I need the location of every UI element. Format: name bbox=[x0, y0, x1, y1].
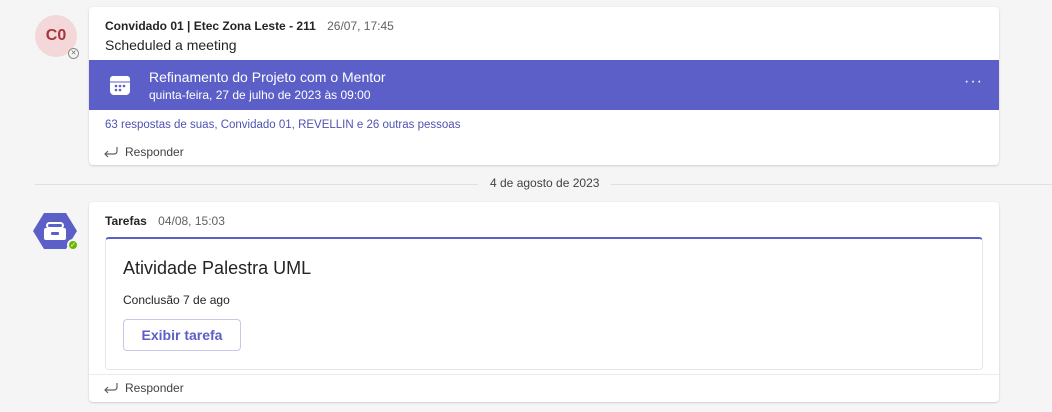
reply-button[interactable]: Responder bbox=[103, 145, 184, 159]
task-message-card: Tarefas 04/08, 15:03 Atividade Palestra … bbox=[89, 202, 999, 402]
meeting-title: Refinamento do Projeto com o Mentor bbox=[149, 69, 386, 85]
reply-arrow-icon bbox=[104, 147, 118, 158]
message-header: Tarefas 04/08, 15:03 bbox=[105, 214, 225, 228]
message-author[interactable]: Convidado 01 | Etec Zona Leste - 211 bbox=[105, 19, 316, 33]
more-options-button[interactable]: ··· bbox=[964, 73, 983, 91]
card-divider bbox=[89, 374, 999, 375]
message-body: Scheduled a meeting bbox=[105, 37, 237, 53]
reply-button[interactable]: Responder bbox=[103, 381, 184, 395]
replies-summary-link[interactable]: 63 respostas de suas, Convidado 01, REVE… bbox=[105, 119, 460, 131]
message-timestamp: 26/07, 17:45 bbox=[327, 19, 394, 33]
message-header: Convidado 01 | Etec Zona Leste - 211 26/… bbox=[105, 19, 394, 33]
task-card: Atividade Palestra UML Conclusão 7 de ag… bbox=[105, 237, 983, 370]
presence-away-icon: ✕ bbox=[68, 48, 79, 59]
presence-available-icon: ✓ bbox=[67, 239, 79, 251]
reply-label: Responder bbox=[125, 381, 184, 395]
reply-arrow-icon bbox=[104, 383, 118, 394]
reply-label: Responder bbox=[125, 145, 184, 159]
date-divider-label: 4 de agosto de 2023 bbox=[478, 176, 612, 190]
view-task-button[interactable]: Exibir tarefa bbox=[123, 319, 241, 351]
message-timestamp: 04/08, 15:03 bbox=[158, 214, 225, 228]
meeting-banner[interactable]: Refinamento do Projeto com o Mentor quin… bbox=[89, 60, 999, 110]
meeting-message-card: Convidado 01 | Etec Zona Leste - 211 26/… bbox=[89, 7, 999, 165]
meeting-date: quinta-feira, 27 de julho de 2023 às 09:… bbox=[149, 88, 371, 102]
avatar-convidado[interactable]: C0 ✕ bbox=[35, 15, 79, 59]
avatar-initials: C0 bbox=[45, 27, 67, 44]
calendar-icon bbox=[110, 76, 130, 95]
task-title: Atividade Palestra UML bbox=[123, 258, 312, 278]
task-due-date: Conclusão 7 de ago bbox=[123, 293, 230, 307]
message-author[interactable]: Tarefas bbox=[105, 214, 147, 228]
